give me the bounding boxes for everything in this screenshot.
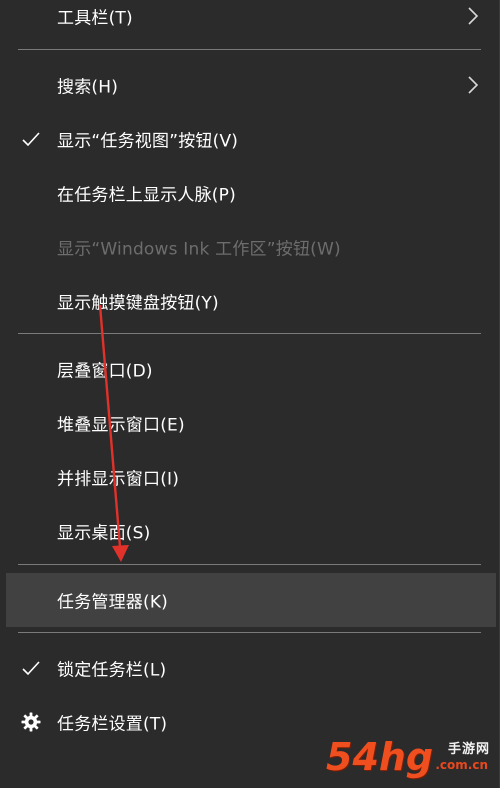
menu-item-label: 在任务栏上显示人脉(P) — [57, 185, 236, 206]
gear-icon — [21, 712, 41, 732]
menu-item-label: 并排显示窗口(I) — [57, 469, 180, 490]
menu-separator — [18, 632, 481, 633]
watermark-digits: 54hg — [326, 735, 434, 779]
menu-separator — [18, 564, 481, 565]
menu-item-label: 搜索(H) — [57, 77, 119, 98]
menu-item-label: 层叠窗口(D) — [57, 361, 153, 382]
menu-item-show-task-view[interactable]: 显示“任务视图”按钮(V) — [6, 112, 496, 166]
menu-item-task-manager[interactable]: 任务管理器(K) — [6, 573, 496, 627]
menu-separator — [18, 49, 481, 50]
watermark-text: 手游网 — [447, 742, 490, 757]
menu-item-search[interactable]: 搜索(H) — [6, 58, 496, 112]
menu-item-show-people[interactable]: 在任务栏上显示人脉(P) — [6, 166, 496, 220]
watermark-logo: 54hg 手游网 .com.cn — [326, 734, 496, 782]
menu-item-stack-windows[interactable]: 堆叠显示窗口(E) — [6, 396, 496, 450]
menu-item-cascade-windows[interactable]: 层叠窗口(D) — [6, 342, 496, 396]
menu-item-windows-ink: 显示“Windows Ink 工作区”按钮(W) — [6, 220, 496, 274]
menu-item-label: 工具栏(T) — [57, 8, 133, 29]
menu-item-label: 显示“任务视图”按钮(V) — [57, 131, 239, 152]
watermark-domain: .com.cn — [435, 758, 488, 772]
check-icon — [22, 661, 40, 676]
taskbar-context-menu: 工具栏(T) 搜索(H) 显示“任务视图”按钮(V) 在任务栏上显示人脉(P) … — [0, 0, 500, 788]
menu-item-label: 锁定任务栏(L) — [57, 660, 167, 681]
menu-item-show-desktop[interactable]: 显示桌面(S) — [6, 504, 496, 558]
menu-item-lock-taskbar[interactable]: 锁定任务栏(L) — [6, 641, 496, 695]
menu-item-toolbars[interactable]: 工具栏(T) — [6, 0, 496, 43]
menu-item-label: 堆叠显示窗口(E) — [57, 415, 185, 436]
menu-item-label: 显示“Windows Ink 工作区”按钮(W) — [57, 239, 341, 260]
chevron-right-icon — [468, 7, 479, 25]
menu-item-label: 显示桌面(S) — [57, 523, 151, 544]
menu-item-label: 任务栏设置(T) — [57, 714, 168, 735]
menu-item-touch-keyboard[interactable]: 显示触摸键盘按钮(Y) — [6, 274, 496, 328]
chevron-right-icon — [468, 76, 479, 94]
menu-separator — [18, 333, 481, 334]
menu-item-side-by-side[interactable]: 并排显示窗口(I) — [6, 450, 496, 504]
check-icon — [22, 132, 40, 147]
menu-item-label: 显示触摸键盘按钮(Y) — [57, 293, 219, 314]
menu-item-label: 任务管理器(K) — [57, 592, 169, 613]
